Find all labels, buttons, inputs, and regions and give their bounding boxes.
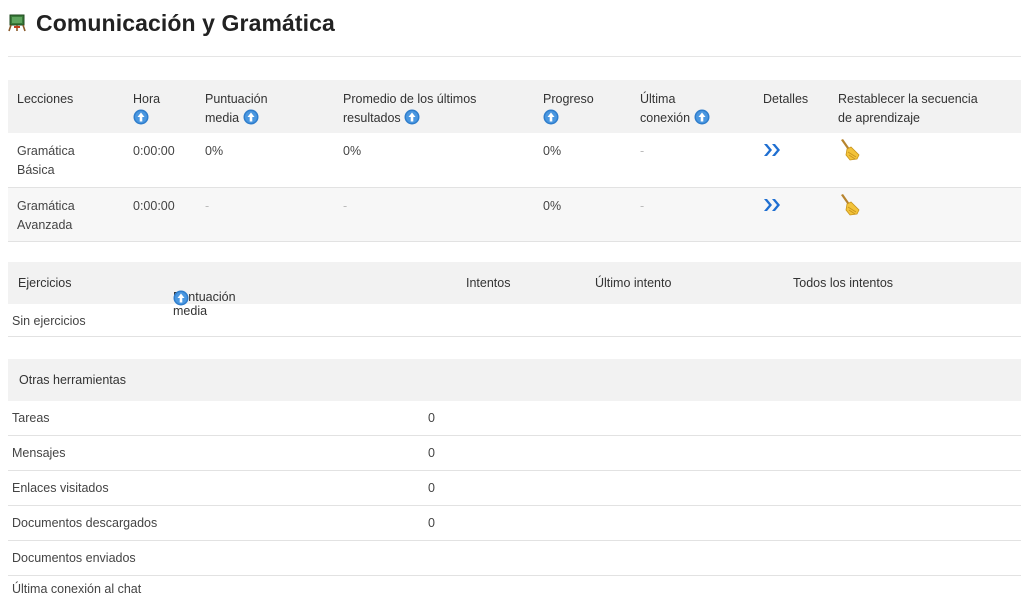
col-last-connection: Última conexión xyxy=(640,80,763,133)
col-lessons: Lecciones xyxy=(17,92,74,106)
details-arrows-icon[interactable] xyxy=(762,142,784,158)
lesson-avg-score: 0% xyxy=(205,144,224,158)
col-attempts: Intentos xyxy=(466,276,511,290)
tool-label: Mensajes xyxy=(12,446,66,460)
info-icon[interactable] xyxy=(243,109,259,125)
tool-label: Tareas xyxy=(12,411,50,425)
lesson-last-connection: - xyxy=(640,198,645,213)
tool-label: Enlaces visitados xyxy=(12,481,109,495)
no-exercises-text: Sin ejercicios xyxy=(12,314,86,328)
lesson-last-results: 0% xyxy=(343,144,362,158)
col-last-results: Promedio de los últimos resultados xyxy=(343,92,477,125)
col-time: Hora xyxy=(133,80,205,133)
lesson-reset xyxy=(838,133,1021,187)
broom-icon[interactable] xyxy=(838,138,862,162)
tool-value: 0 xyxy=(428,411,435,425)
info-icon[interactable] xyxy=(543,109,559,125)
tool-row-last-chat: Última conexión al chat xyxy=(8,576,1021,597)
tool-value: 0 xyxy=(428,516,435,530)
tool-row-links-visited: Enlaces visitados 0 xyxy=(8,471,1021,506)
table-row: Gramática Avanzada 0:00:00 - - 0% - xyxy=(8,187,1021,241)
lesson-last-connection: - xyxy=(640,144,645,158)
tool-label: Última conexión al chat xyxy=(12,582,142,596)
col-details: Detalles xyxy=(763,92,809,106)
reporting-page: Comunicación y Gramática Lecciones Hora … xyxy=(0,0,1021,597)
other-tools-header: Otras herramientas xyxy=(8,359,1021,401)
col-all-attempts: Todos los intentos xyxy=(793,276,894,290)
broom-icon[interactable] xyxy=(838,193,862,217)
tool-value: 0 xyxy=(428,481,435,495)
course-book-icon xyxy=(8,14,26,32)
lesson-name: Gramática Básica xyxy=(17,144,75,177)
lesson-time: 0:00:00 xyxy=(133,144,175,158)
info-icon[interactable] xyxy=(133,109,149,125)
lesson-time: 0:00:00 xyxy=(133,198,175,213)
exercises-header-row: Ejercicios Puntuación media Intentos Últ… xyxy=(8,262,1021,318)
tool-row-messages: Mensajes 0 xyxy=(8,436,1021,471)
lessons-header-row: Lecciones Hora Puntuación media Promedio… xyxy=(8,80,1021,133)
table-row: Gramática Básica 0:00:00 0% 0% 0% - xyxy=(8,133,1021,187)
lesson-progress: 0% xyxy=(543,144,562,158)
other-tools-title: Otras herramientas xyxy=(19,373,126,387)
col-progress: Progreso xyxy=(543,80,640,133)
page-title: Comunicación y Gramática xyxy=(36,9,335,36)
lesson-details xyxy=(763,133,838,187)
col-last-attempt: Último intento xyxy=(595,276,672,290)
col-reset: Restablecer la secuencia de aprendizaje xyxy=(838,92,978,125)
title-divider xyxy=(8,56,1021,57)
lesson-details xyxy=(763,187,838,241)
lesson-reset xyxy=(838,187,1021,241)
lesson-progress: 0% xyxy=(543,198,562,213)
col-avg-score: Puntuación media xyxy=(205,92,268,125)
tool-row-documents-downloaded: Documentos descargados 0 xyxy=(8,506,1021,541)
lesson-name: Gramática Avanzada xyxy=(17,198,75,232)
tool-value: 0 xyxy=(428,446,435,460)
col-exercises: Ejercicios xyxy=(18,276,72,290)
tool-label: Documentos descargados xyxy=(12,516,158,530)
tool-row-documents-sent: Documentos enviados xyxy=(8,541,1021,576)
tool-label: Documentos enviados xyxy=(12,551,136,565)
info-icon[interactable] xyxy=(694,109,710,125)
tool-row-tasks: Tareas 0 xyxy=(8,401,1021,436)
details-arrows-icon[interactable] xyxy=(762,197,784,213)
exercises-empty-row: Sin ejercicios xyxy=(8,304,1021,337)
lesson-last-results: - xyxy=(343,198,348,213)
lesson-avg-score: - xyxy=(205,198,210,213)
page-header: Comunicación y Gramática xyxy=(8,8,335,38)
info-icon[interactable] xyxy=(404,109,420,125)
lessons-table: Lecciones Hora Puntuación media Promedio… xyxy=(8,80,1021,242)
